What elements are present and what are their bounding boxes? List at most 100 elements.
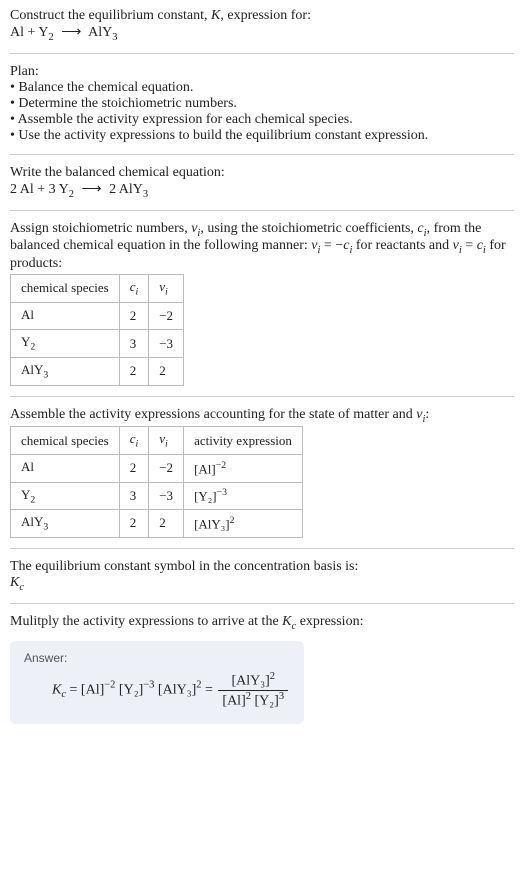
balanced-intro: Write the balanced chemical equation: <box>10 165 514 181</box>
col-header: ci <box>119 275 149 303</box>
sub: c <box>19 582 24 593</box>
plus-sign: + <box>34 182 49 197</box>
text: for reactants and <box>352 238 452 253</box>
sub: 3 <box>143 189 148 200</box>
cell: Al <box>11 454 120 482</box>
cell: AlY3 <box>11 357 120 385</box>
activity-block: Assemble the activity expressions accoun… <box>10 407 514 538</box>
table-row: AlY3 2 2 <box>11 357 184 385</box>
cell: 2 <box>119 357 149 385</box>
term: [Al] <box>222 694 245 709</box>
sub: 2 <box>30 342 35 353</box>
plan-item: • Use the activity expressions to build … <box>10 128 514 144</box>
text: = <box>462 238 477 253</box>
col-header: activity expression <box>184 427 303 455</box>
product-aly-sub: 3 <box>112 32 117 43</box>
act-base: [AlY₃] <box>194 516 230 531</box>
cell: Y2 <box>11 330 120 358</box>
act-exp: 2 <box>230 515 235 526</box>
stoich-table: chemical species ci νi Al 2 −2 Y2 3 −3 A… <box>10 274 184 385</box>
balanced-term: 2 Al <box>10 182 34 197</box>
exp: 2 <box>246 691 251 702</box>
plan-item: • Assemble the activity expression for e… <box>10 112 514 128</box>
term: [Al] <box>81 683 104 698</box>
species: Al <box>21 307 34 322</box>
divider <box>10 154 514 155</box>
species: Y <box>21 487 30 502</box>
plan-title: Plan: <box>10 64 514 80</box>
sub: 3 <box>43 522 48 533</box>
equals: = <box>202 683 217 698</box>
product-aly: AlY <box>88 25 112 40</box>
sub: 2 <box>69 189 74 200</box>
denominator: [Al]2 [Y₂]3 <box>218 691 288 710</box>
act-exp: −2 <box>216 460 226 471</box>
plan-item: • Balance the chemical equation. <box>10 80 514 96</box>
answer-label: Answer: <box>24 651 290 665</box>
term: [Y₂] <box>119 683 143 698</box>
text: : <box>425 407 429 422</box>
act-base: [Al] <box>194 461 216 476</box>
plan-item-text: Determine the stoichiometric numbers. <box>18 96 237 111</box>
stoich-block: Assign stoichiometric numbers, νi , using… <box>10 221 514 386</box>
balanced-term: 2 AlY <box>109 182 143 197</box>
answer-box: Answer: Kc = [Al]−2 [Y₂]−3 [AlY₃]2 = [Al… <box>10 641 304 723</box>
cell: [Al]−2 <box>184 454 303 482</box>
plan-item-text: Assemble the activity expression for eac… <box>18 112 353 127</box>
sub: 3 <box>43 370 48 381</box>
activity-table: chemical species ci νi activity expressi… <box>10 426 303 537</box>
reactant-y: Y <box>38 25 48 40</box>
divider <box>10 396 514 397</box>
text: Assemble the activity expressions accoun… <box>10 407 416 422</box>
exp: 3 <box>279 691 284 702</box>
arrow-icon: ⟶ <box>61 24 81 41</box>
text: expression: <box>296 614 363 629</box>
sub: i <box>165 287 168 298</box>
table-row: Y2 3 −3 <box>11 330 184 358</box>
cell: 3 <box>119 482 149 510</box>
sub: 2 <box>30 494 35 505</box>
col-header: chemical species <box>11 275 120 303</box>
species: AlY <box>21 514 43 529</box>
numerator: [AlY₃]2 <box>218 671 288 691</box>
text: Assign stoichiometric numbers, <box>10 221 191 236</box>
divider <box>10 548 514 549</box>
balanced-equation: 2 Al + 3 Y2 ⟶ 2 AlY3 <box>10 182 148 197</box>
reactant-al: Al <box>10 25 24 40</box>
cell: −3 <box>149 482 184 510</box>
plan-item-text: Balance the chemical equation. <box>18 80 193 95</box>
species: AlY <box>21 362 43 377</box>
col-header: chemical species <box>11 427 120 455</box>
text: , using the stoichiometric coefficients, <box>200 221 417 236</box>
cell: AlY3 <box>11 510 120 538</box>
col-header: νi <box>149 275 184 303</box>
species: Al <box>21 459 34 474</box>
table-header-row: chemical species ci νi activity expressi… <box>11 427 303 455</box>
sub: i <box>136 439 139 450</box>
term: [Y₂] <box>254 694 278 709</box>
plan-block: Plan: • Balance the chemical equation. •… <box>10 64 514 144</box>
exp: 2 <box>270 671 275 682</box>
reactant-y-sub: 2 <box>49 32 54 43</box>
cell: −2 <box>149 302 184 330</box>
text: The equilibrium constant symbol in the c… <box>10 559 514 575</box>
term: [AlY₃] <box>231 674 269 689</box>
act-exp: −3 <box>217 487 227 498</box>
cell: [AlY₃]2 <box>184 510 303 538</box>
cell: Y2 <box>11 482 120 510</box>
balanced-term: 3 Y <box>49 182 69 197</box>
table-header-row: chemical species ci νi <box>11 275 184 303</box>
plus-sign: + <box>24 25 38 40</box>
table-row: Y2 3 −3 [Y₂]−3 <box>11 482 303 510</box>
k-symbol: K <box>10 575 19 590</box>
cell: 2 <box>149 357 184 385</box>
cell: 2 <box>149 510 184 538</box>
cell: −3 <box>149 330 184 358</box>
table-row: AlY3 2 2 [AlY₃]2 <box>11 510 303 538</box>
cell: −2 <box>149 454 184 482</box>
divider <box>10 210 514 211</box>
term: [AlY₃] <box>158 683 196 698</box>
text: = − <box>320 238 343 253</box>
k-symbol: K <box>52 683 61 698</box>
answer-equation: Kc = [Al]−2 [Y₂]−3 [AlY₃]2 = [AlY₃]2 [Al… <box>52 671 290 709</box>
